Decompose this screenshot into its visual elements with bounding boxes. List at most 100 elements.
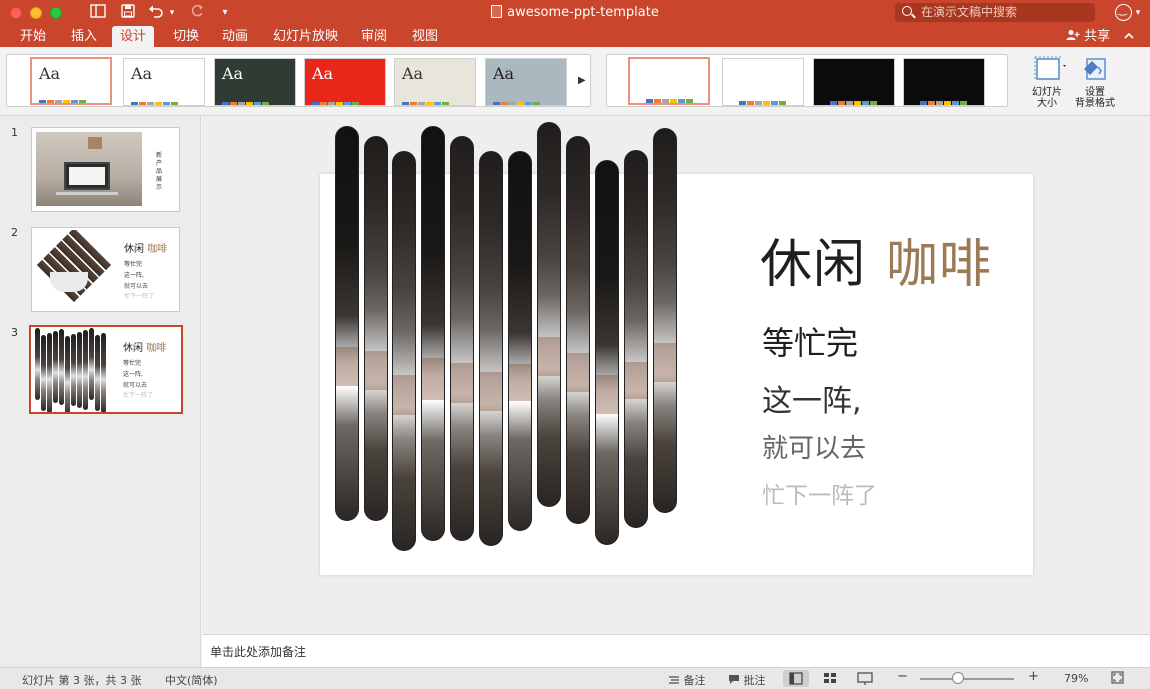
coffee-strip-photo[interactable] <box>335 120 680 551</box>
color-swatch <box>47 100 54 103</box>
color-swatch <box>509 102 516 105</box>
slide-size-label-1: 幻灯片 <box>1032 87 1062 98</box>
slide-size-button[interactable]: 幻灯片 大小 <box>1023 55 1071 109</box>
format-background-button[interactable]: 设置 背景格式 <box>1072 55 1118 109</box>
slide-thumbnail-2[interactable]: 休闲 咖啡 等忙完 这一阵, 就可以去 忙下一阵了 <box>31 227 180 312</box>
slide-text-line[interactable]: 就可以去 <box>762 428 866 465</box>
color-swatch <box>928 101 935 105</box>
tab-transitions[interactable]: 切换 <box>165 26 207 47</box>
notes-field[interactable]: 单击此处添加备注 <box>202 634 1150 667</box>
tab-home[interactable]: 开始 <box>12 26 54 47</box>
slide-thumbnail-1[interactable]: 新产品展示 <box>31 127 180 212</box>
tab-insert[interactable]: 插入 <box>63 26 105 47</box>
color-swatch <box>222 102 229 105</box>
notes-icon <box>668 674 684 687</box>
zoom-out-button[interactable]: − <box>897 669 908 684</box>
notes-toggle-button[interactable]: 备注 <box>668 672 706 688</box>
theme-color-swatches <box>39 93 87 103</box>
zoom-slider-track[interactable] <box>920 678 1014 680</box>
presenter-icon <box>857 672 873 685</box>
slide-sorter-button[interactable] <box>817 670 843 687</box>
mini-photo-strip <box>47 333 52 412</box>
thumbnail-2-title: 休闲 咖啡 <box>124 240 167 255</box>
fit-to-window-icon[interactable] <box>1111 671 1124 687</box>
color-swatch <box>230 102 237 105</box>
theme-color-swatches <box>402 95 450 105</box>
theme-thumbnail[interactable]: Aa <box>304 58 386 106</box>
language-indicator[interactable]: 中文(简体) <box>165 672 218 688</box>
slide-text-line[interactable]: 等忙完 <box>762 318 858 364</box>
zoom-in-button[interactable]: + <box>1028 669 1039 684</box>
photo-strip <box>624 150 648 528</box>
feedback-smiley-icon[interactable] <box>1115 3 1132 21</box>
color-swatch <box>936 101 943 105</box>
format-background-label-2: 背景格式 <box>1075 98 1115 109</box>
thumbnail-2-line: 等忙完 <box>124 261 143 268</box>
laptop-image <box>64 162 110 190</box>
ribbon-tabs: 开始 插入 设计 切换 动画 幻灯片放映 审阅 视图 共享 <box>0 26 1150 47</box>
color-swatch <box>678 99 685 103</box>
notes-placeholder: 单击此处添加备注 <box>210 645 307 659</box>
photo-strip <box>508 151 532 531</box>
theme-thumbnail[interactable]: Aa <box>30 57 112 105</box>
slide-title-accent[interactable]: 咖啡 <box>886 222 992 297</box>
share-button[interactable]: 共享 <box>1066 26 1110 47</box>
notes-toggle-label: 备注 <box>683 674 706 687</box>
thumbnail-1-caption: 新产品展示 <box>156 152 163 191</box>
color-swatch <box>238 102 245 105</box>
comments-toggle-button[interactable]: 批注 <box>728 672 766 688</box>
tab-design[interactable]: 设计 <box>112 26 155 47</box>
theme-sample-text: Aa <box>493 64 515 83</box>
gallery-next-icon[interactable]: ▶ <box>578 75 586 86</box>
feedback-dropdown-icon[interactable]: ▾ <box>1133 4 1143 22</box>
color-swatch <box>533 102 540 105</box>
color-swatch <box>163 102 170 105</box>
mini-photo-strip <box>53 331 58 403</box>
laptop-photo <box>36 132 142 206</box>
variant-thumbnail[interactable] <box>722 58 804 106</box>
slide-number: 2 <box>11 226 18 239</box>
tab-view[interactable]: 视图 <box>404 26 446 47</box>
theme-thumbnail[interactable]: Aa <box>394 58 476 106</box>
photo-strip <box>364 136 388 521</box>
zoom-percentage[interactable]: 79% <box>1064 672 1088 685</box>
zoom-slider-handle[interactable] <box>952 672 964 684</box>
slide-thumbnail-3[interactable]: 休闲 咖啡 等忙完 这一阵, 就可以去 忙下一阵了 <box>29 325 183 414</box>
thumbnail-2-line: 就可以去 <box>124 283 149 290</box>
variant-thumbnail[interactable] <box>628 57 710 105</box>
color-swatch <box>147 102 154 105</box>
color-swatch <box>670 99 677 103</box>
color-swatch <box>262 102 269 105</box>
theme-color-swatches <box>131 95 179 105</box>
collapse-ribbon-icon[interactable] <box>1124 26 1134 47</box>
variant-thumbnail[interactable] <box>903 58 985 106</box>
tab-slideshow[interactable]: 幻灯片放映 <box>265 26 346 47</box>
grid-view-icon <box>824 673 836 683</box>
reading-view-button[interactable] <box>852 670 878 687</box>
slide-title[interactable]: 休闲 <box>760 222 866 297</box>
tab-review[interactable]: 审阅 <box>353 26 395 47</box>
color-swatch <box>328 102 335 105</box>
theme-sample-text: Aa <box>222 64 244 83</box>
photo-strip <box>537 122 561 507</box>
theme-thumbnail[interactable]: Aa <box>214 58 296 106</box>
share-label: 共享 <box>1084 29 1111 44</box>
color-swatch <box>246 102 253 105</box>
tab-animations[interactable]: 动画 <box>214 26 256 47</box>
slide-size-icon <box>1033 55 1066 83</box>
variant-thumbnail[interactable] <box>813 58 895 106</box>
slide-text-line[interactable]: 这一阵, <box>762 376 862 420</box>
theme-color-swatches <box>222 95 270 105</box>
diamond-collage <box>34 230 114 311</box>
theme-thumbnail[interactable]: Aa <box>123 58 205 106</box>
color-swatch <box>320 102 327 105</box>
search-input[interactable]: 在演示文稿中搜索 <box>895 3 1095 22</box>
slide-text-line[interactable]: 忙下一阵了 <box>762 476 877 510</box>
theme-thumbnail[interactable]: Aa <box>485 58 567 106</box>
color-swatch <box>312 102 319 105</box>
themes-gallery: Aa Aa Aa Aa Aa Aa ▶ <box>6 54 591 107</box>
photo-strip <box>392 151 416 551</box>
color-swatch <box>434 102 441 105</box>
color-swatch <box>139 102 146 105</box>
normal-view-button[interactable] <box>783 670 809 687</box>
